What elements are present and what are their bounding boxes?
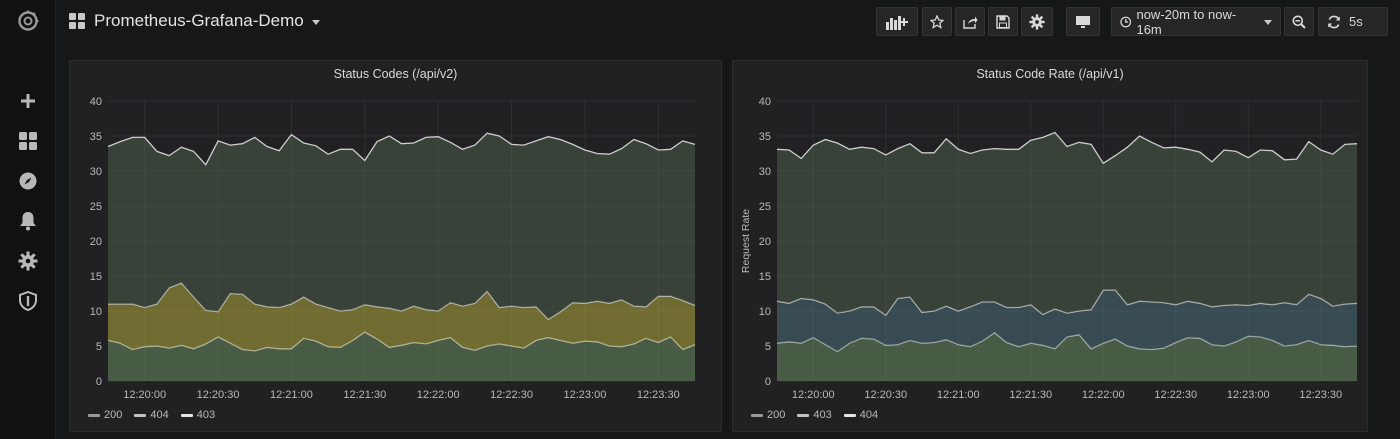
time-range-label: now-20m to now-16m [1136, 6, 1237, 37]
x-tick-label: 12:23:30 [637, 389, 680, 401]
refresh-button[interactable]: 5s [1318, 7, 1388, 36]
y-tick-label: 30 [90, 166, 102, 178]
page-title: Prometheus-Grafana-Demo [94, 11, 304, 30]
chart-legend: 200 404 403 [88, 409, 227, 421]
shield-icon[interactable] [0, 281, 56, 321]
dashboard-title-button[interactable]: Prometheus-Grafana-Demo [68, 8, 320, 34]
legend-item[interactable]: 403 [797, 409, 832, 421]
share-button[interactable] [955, 7, 985, 36]
x-tick-label: 12:21:00 [270, 389, 313, 401]
y-tick-label: 5 [765, 341, 771, 353]
y-tick-label: 0 [765, 376, 771, 388]
save-button[interactable] [988, 7, 1018, 36]
panel-status-codes-v2: Status Codes (/api/v2) 0 5 10 15 20 25 30 35 40 1… [69, 60, 722, 432]
star-icon [930, 14, 944, 29]
y-tick-label: 35 [759, 131, 771, 143]
x-tick-label: 12:22:00 [1082, 389, 1125, 401]
y-tick-label: 25 [90, 201, 102, 213]
add-panel-button[interactable] [876, 7, 918, 36]
star-button[interactable] [922, 7, 952, 36]
explore-icon[interactable] [0, 161, 56, 201]
y-tick-label: 10 [90, 306, 102, 318]
legend-label: 404 [150, 409, 169, 421]
time-range-picker[interactable]: now-20m to now-16m [1111, 6, 1281, 37]
grafana-logo-icon[interactable] [0, 0, 56, 42]
legend-item[interactable]: 200 [751, 409, 785, 421]
clock-icon [1120, 16, 1132, 27]
zoom-out-button[interactable] [1284, 7, 1314, 36]
y-tick-label: 25 [759, 201, 771, 213]
x-tick-label: 12:22:30 [490, 389, 533, 401]
x-tick-label: 12:20:30 [864, 389, 907, 401]
app-root: Prometheus-Grafana-Demo now-20m to now-1… [0, 0, 1400, 439]
chart-legend: 200 403 404 [751, 409, 890, 421]
status-code-rate-chart: 0 5 10 15 20 25 30 35 40 12:20:00 12:20:30 12:21:00… [740, 96, 1358, 401]
refresh-interval-label: 5s [1349, 14, 1363, 29]
legend-label: 200 [767, 409, 786, 421]
legend-label: 200 [104, 409, 123, 421]
y-tick-label: 20 [90, 236, 102, 248]
plus-icon[interactable] [0, 81, 56, 121]
share-icon [962, 16, 977, 29]
legend-label: 403 [196, 409, 216, 421]
y-tick-label: 15 [90, 271, 102, 283]
add-panel-icon [886, 15, 908, 30]
dashboards-icon [69, 13, 85, 29]
bell-icon[interactable] [0, 201, 56, 241]
y-tick-label: 40 [759, 96, 771, 108]
dashboards-icon[interactable] [0, 121, 56, 161]
legend-item[interactable]: 404 [843, 409, 879, 421]
monitor-icon [1076, 15, 1090, 28]
y-tick-label: 20 [759, 236, 771, 248]
series-area-403 [108, 133, 695, 320]
y-tick-label: 0 [96, 376, 102, 388]
status-codes-chart: 0 5 10 15 20 25 30 35 40 12:20:00 12:20:30 12:21:00… [90, 96, 696, 401]
x-tick-label: 12:21:30 [1009, 389, 1052, 401]
settings-button[interactable] [1021, 7, 1053, 36]
x-tick-label: 12:21:30 [343, 389, 386, 401]
x-tick-label: 12:23:00 [564, 389, 607, 401]
y-tick-label: 10 [759, 306, 771, 318]
legend-item[interactable]: 403 [180, 409, 216, 421]
x-tick-label: 12:20:00 [123, 389, 166, 401]
x-tick-label: 12:20:00 [792, 389, 835, 401]
tv-mode-button[interactable] [1066, 7, 1100, 36]
chevron-down-icon [311, 19, 320, 25]
y-axis-label: Request Rate [740, 209, 752, 273]
y-tick-label: 35 [90, 131, 102, 143]
gear-icon [1029, 13, 1045, 30]
refresh-icon [1328, 15, 1340, 28]
gear-icon[interactable] [0, 241, 56, 281]
y-tick-label: 15 [759, 271, 771, 283]
sidebar [0, 0, 56, 439]
x-tick-label: 12:23:30 [1299, 389, 1342, 401]
save-icon [996, 14, 1010, 29]
legend-item[interactable]: 200 [88, 409, 122, 421]
panel-status-code-rate-v1: Status Code Rate (/api/v1) 0 5 10 15 20 25 30 3… [732, 60, 1368, 432]
chevron-down-icon [1264, 20, 1272, 25]
x-tick-label: 12:20:30 [197, 389, 240, 401]
top-navbar: Prometheus-Grafana-Demo now-20m to now-1… [56, 0, 1400, 44]
series-area-404 [777, 132, 1357, 316]
y-tick-label: 40 [90, 96, 102, 108]
legend-label: 404 [859, 409, 879, 421]
zoom-out-icon [1292, 15, 1306, 29]
y-tick-label: 5 [96, 341, 102, 353]
x-tick-label: 12:22:30 [1154, 389, 1197, 401]
x-tick-label: 12:23:00 [1227, 389, 1270, 401]
legend-item[interactable]: 404 [134, 409, 169, 421]
x-tick-label: 12:22:00 [417, 389, 460, 401]
legend-label: 403 [813, 409, 832, 421]
x-tick-label: 12:21:00 [937, 389, 980, 401]
y-tick-label: 30 [759, 166, 771, 178]
